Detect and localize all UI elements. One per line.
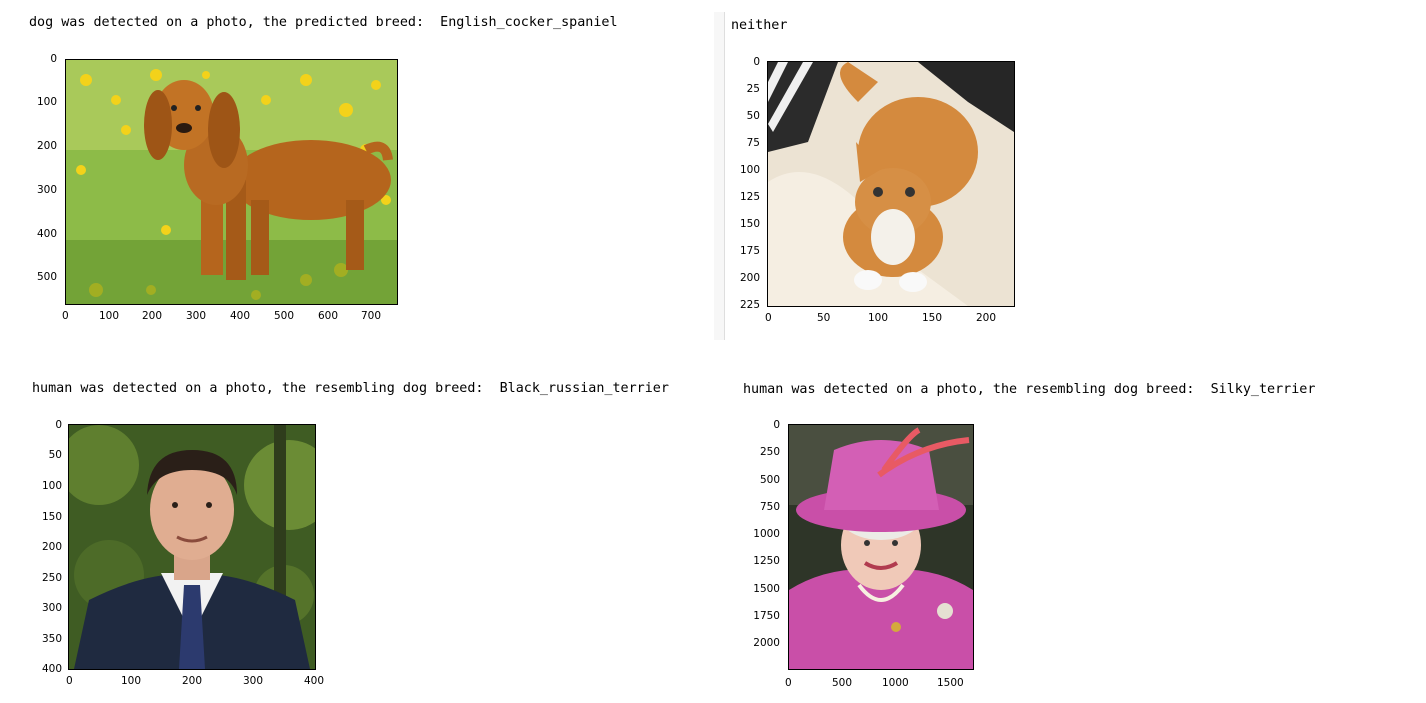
output-caption-dog: dog was detected on a photo, the predict… [29, 15, 618, 30]
x-tick-label: 500 [274, 310, 295, 322]
y-tick-label: 50 [746, 110, 760, 122]
y-tick-label: 150 [41, 511, 62, 523]
x-tick-label: 0 [765, 312, 772, 324]
y-tick-label: 200 [739, 272, 760, 284]
x-tick-label: 150 [922, 312, 943, 324]
y-tick-label: 1250 [753, 555, 780, 567]
y-tick-label: 25 [746, 83, 760, 95]
dog-photo [66, 60, 397, 304]
x-tick-label: 600 [318, 310, 339, 322]
woman-photo [789, 425, 973, 669]
y-tick-label: 1500 [753, 583, 780, 595]
output-caption-cat: neither [731, 18, 788, 33]
y-tick-label: 400 [36, 228, 57, 240]
x-tick-label: 200 [142, 310, 163, 322]
y-tick-label: 100 [739, 164, 760, 176]
y-tick-label: 75 [746, 137, 760, 149]
x-tick-label: 0 [785, 677, 792, 689]
x-tick-label: 200 [976, 312, 997, 324]
y-tick-label: 100 [41, 480, 62, 492]
output-caption-human-2: human was detected on a photo, the resem… [743, 382, 1316, 397]
x-tick-label: 500 [832, 677, 853, 689]
x-tick-label: 400 [304, 675, 325, 687]
y-tick-label: 0 [773, 419, 780, 431]
y-tick-label: 500 [36, 271, 57, 283]
image-plot-human-2 [788, 424, 974, 670]
x-tick-label: 1000 [882, 677, 909, 689]
x-tick-label: 300 [243, 675, 264, 687]
y-tick-label: 300 [41, 602, 62, 614]
x-tick-label: 100 [868, 312, 889, 324]
y-tick-label: 50 [48, 449, 62, 461]
y-tick-label: 200 [41, 541, 62, 553]
y-tick-label: 0 [753, 56, 760, 68]
y-tick-label: 200 [36, 140, 57, 152]
y-tick-label: 0 [55, 419, 62, 431]
output-scroll-divider[interactable] [714, 12, 725, 340]
x-tick-label: 200 [182, 675, 203, 687]
man-photo [69, 425, 315, 669]
y-tick-label: 250 [759, 446, 780, 458]
y-tick-label: 150 [739, 218, 760, 230]
y-tick-label: 2000 [753, 637, 780, 649]
x-tick-label: 0 [66, 675, 73, 687]
x-tick-label: 0 [62, 310, 69, 322]
x-tick-label: 50 [817, 312, 831, 324]
x-tick-label: 300 [186, 310, 207, 322]
y-tick-label: 125 [739, 191, 760, 203]
x-tick-label: 100 [99, 310, 120, 322]
x-tick-label: 400 [230, 310, 251, 322]
y-tick-label: 500 [759, 474, 780, 486]
y-tick-label: 350 [41, 633, 62, 645]
y-tick-label: 300 [36, 184, 57, 196]
output-caption-human-1: human was detected on a photo, the resem… [32, 381, 669, 396]
y-tick-label: 225 [739, 299, 760, 311]
image-plot-dog [65, 59, 398, 305]
y-tick-label: 750 [759, 501, 780, 513]
y-tick-label: 1000 [753, 528, 780, 540]
image-plot-human-1 [68, 424, 316, 670]
x-tick-label: 1500 [937, 677, 964, 689]
y-tick-label: 100 [36, 96, 57, 108]
x-tick-label: 100 [121, 675, 142, 687]
image-plot-cat [767, 61, 1015, 307]
y-tick-label: 250 [41, 572, 62, 584]
x-tick-label: 700 [361, 310, 382, 322]
cat-photo [768, 62, 1014, 306]
y-tick-label: 400 [41, 663, 62, 675]
y-tick-label: 0 [50, 53, 57, 65]
y-tick-label: 175 [739, 245, 760, 257]
y-tick-label: 1750 [753, 610, 780, 622]
